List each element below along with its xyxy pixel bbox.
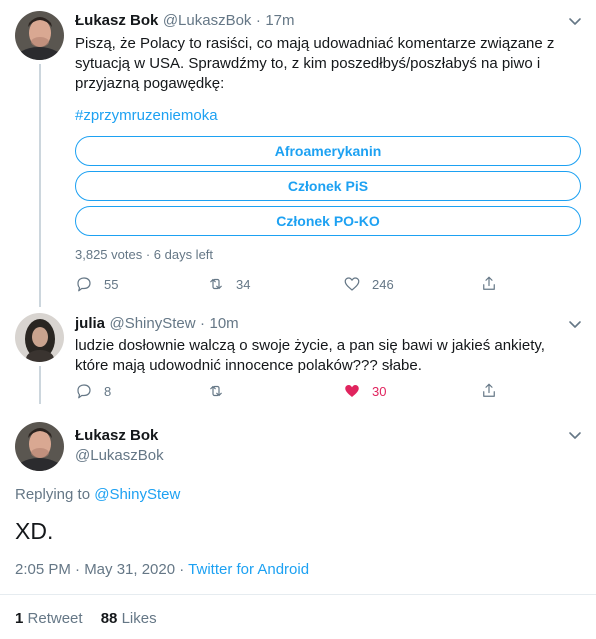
reply-button[interactable]: 8: [75, 382, 111, 400]
user-name[interactable]: Łukasz Bok: [75, 12, 158, 29]
poll-option-2[interactable]: Członek PiS: [75, 171, 581, 201]
poll-option-3[interactable]: Członek PO-KO: [75, 206, 581, 236]
reply-icon: [77, 277, 91, 292]
user-name[interactable]: Łukasz Bok: [75, 427, 158, 444]
avatar[interactable]: [15, 422, 64, 471]
thread-line: [39, 64, 41, 307]
retweet-icon: [210, 385, 222, 397]
heart-filled-icon: [345, 385, 359, 397]
retweet-button[interactable]: [207, 382, 236, 400]
avatar[interactable]: [15, 313, 64, 362]
reply-count: 8: [104, 383, 112, 399]
retweet-count: 34: [236, 276, 251, 292]
share-icon: [483, 383, 495, 397]
retweet-stat-label: Retweet: [27, 610, 83, 627]
likes-stat[interactable]: 88 Likes: [101, 610, 157, 627]
likes-stat-count: 88: [100, 610, 118, 627]
divider: [0, 594, 596, 595]
retweet-button[interactable]: 34: [207, 275, 250, 293]
like-count: 246: [372, 276, 394, 292]
chevron-down-icon[interactable]: [567, 427, 583, 443]
user-name[interactable]: julia: [75, 315, 105, 332]
timestamp-text[interactable]: 2:05 PM · May 31, 2020 ·: [15, 561, 184, 578]
tweet-timestamp: 2:05 PM · May 31, 2020 · Twitter for And…: [15, 561, 309, 578]
chevron-down-icon[interactable]: [567, 316, 583, 332]
like-button[interactable]: 30: [343, 382, 386, 400]
avatar[interactable]: [15, 11, 64, 60]
share-button[interactable]: [480, 275, 498, 293]
reply-count: 55: [104, 276, 119, 292]
retweet-icon: [210, 278, 222, 290]
user-handle[interactable]: @ShinyStew: [109, 315, 195, 332]
separator: ·: [200, 315, 206, 332]
replying-to: Replying to @ShinyStew: [15, 486, 180, 503]
source-link[interactable]: Twitter for Android: [188, 561, 309, 578]
like-count: 30: [372, 383, 387, 399]
tweet-text: ludzie dosłownie walczą o swoje życie, a…: [75, 337, 545, 374]
main-tweet-text: XD.: [15, 518, 54, 544]
heart-icon: [344, 277, 360, 291]
poll-option-1[interactable]: Afroamerykanin: [75, 136, 581, 166]
tweet-header: julia @ShinyStew · 10m: [75, 315, 239, 333]
hashtag-link[interactable]: #zprzymruzeniemoka: [75, 106, 218, 126]
retweet-stat-count: 1: [15, 610, 24, 627]
tweet-text: Piszą, że Polacy to rasiści, co mają udo…: [75, 35, 555, 92]
like-button[interactable]: 246: [343, 275, 394, 293]
engagement-stats: 1 Retweet 88 Likes: [15, 610, 157, 627]
poll-meta: 3,825 votes · 6 days left: [75, 247, 214, 262]
user-handle[interactable]: @LukaszBok: [75, 447, 164, 464]
chevron-down-icon[interactable]: [567, 13, 583, 29]
reply-mention-link[interactable]: @ShinyStew: [94, 486, 180, 503]
thread-line: [39, 366, 41, 404]
reply-icon: [77, 384, 91, 399]
reply-button[interactable]: 55: [75, 275, 118, 293]
share-button[interactable]: [480, 382, 498, 400]
tweet-time[interactable]: 17m: [265, 12, 294, 29]
share-icon: [483, 276, 495, 290]
tweet-time[interactable]: 10m: [209, 315, 238, 332]
user-handle[interactable]: @LukaszBok: [163, 12, 252, 29]
retweet-stat[interactable]: 1 Retweet: [15, 610, 87, 627]
replying-prefix: Replying to: [15, 486, 91, 503]
tweet-header: Łukasz Bok @LukaszBok · 17m: [75, 12, 295, 30]
likes-stat-label: Likes: [121, 610, 157, 627]
separator: ·: [255, 12, 261, 29]
